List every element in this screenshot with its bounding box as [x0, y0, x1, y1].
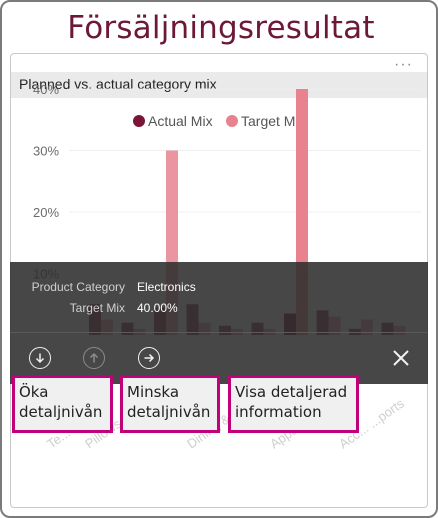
tooltip-divider — [10, 332, 428, 333]
close-button[interactable] — [390, 347, 412, 369]
callout-text: Visa detaljerad information — [235, 383, 348, 421]
tooltip-value: 40.00% — [137, 301, 178, 315]
legend-label: Actual Mix — [148, 113, 213, 129]
arrow-down-circle-icon — [35, 353, 45, 364]
y-tick-label: 30% — [33, 144, 59, 159]
callout-text: Minska detaljnivån — [127, 383, 211, 421]
page-title: Försäljningsresultat — [67, 10, 375, 46]
close-icon — [393, 350, 409, 366]
arrow-up-circle-icon — [89, 352, 99, 363]
callout-drill-down: Öka detaljnivån — [12, 375, 113, 433]
y-tick-label: 20% — [33, 205, 59, 220]
tooltip-label: Product Category — [31, 280, 125, 294]
y-tick-label: 40% — [33, 82, 59, 97]
drill-up-button[interactable] — [83, 347, 105, 369]
drill-through-button[interactable] — [138, 347, 160, 369]
callout-text: Öka detaljnivån — [19, 383, 103, 421]
drill-down-button[interactable] — [29, 347, 51, 369]
tooltip-value: Electronics — [137, 280, 196, 294]
tooltip-label: Target Mix — [69, 301, 125, 315]
legend-label: Target Mix — [241, 113, 306, 129]
callout-drill-up: Minska detaljnivån — [120, 375, 220, 433]
legend-marker — [226, 115, 238, 127]
arrow-right-circle-icon — [144, 353, 155, 363]
legend-marker — [133, 115, 145, 127]
tooltip-panel: Product Category Electronics Target Mix … — [10, 262, 428, 384]
callout-drill-through: Visa detaljerad information — [228, 375, 359, 433]
